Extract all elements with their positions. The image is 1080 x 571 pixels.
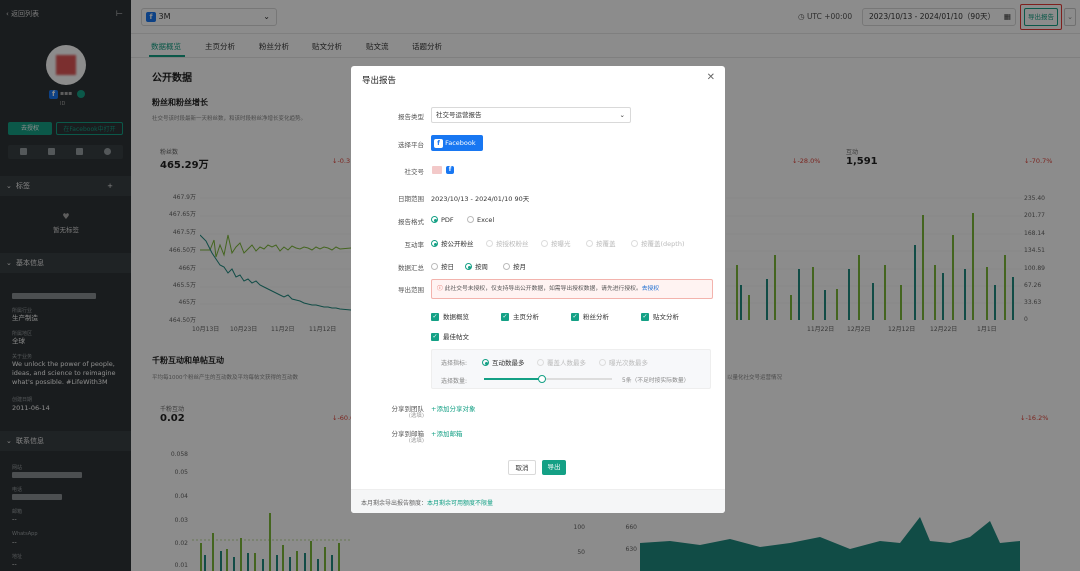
checkbox-checked-icon: ✓ [501,312,509,321]
format-pdf[interactable]: PDF [431,215,454,224]
facebook-icon: f [446,166,454,174]
rate-reach[interactable]: 按覆盖 [586,238,616,248]
radio-icon [467,216,474,223]
check-overview[interactable]: ✓ 数据概览 [431,311,469,321]
summary-weekly[interactable]: 按周 [465,261,488,271]
scope-label: 导出范围 [398,286,424,294]
date-label: 日期范围 [398,195,424,203]
quota-link[interactable]: 本月剩余可用额度不限量 [427,500,493,507]
count-slider-handle[interactable] [538,375,546,383]
rate-label: 互动率 [404,241,425,249]
metric-most-impressions[interactable]: 曝光次数最多 [599,357,648,367]
avatar [432,166,442,174]
radio-icon [541,240,548,247]
chevron-down-icon: ⌄ [619,111,625,119]
export-button[interactable]: 导出 [542,460,566,475]
metric-most-interactions[interactable]: 互动数最多 [482,357,525,367]
add-email-link[interactable]: +添加邮箱 [431,428,462,438]
report-type-select[interactable]: 社交号运营报告 ⌄ [431,107,631,123]
checkbox-checked-icon: ✓ [431,332,439,341]
check-best-posts[interactable]: ✓ 最佳帖文 [431,331,469,341]
radio-icon [599,359,606,366]
rate-reach-depth[interactable]: 按覆盖(depth) [631,238,685,248]
radio-selected-icon [465,263,472,270]
rate-authorized[interactable]: 按授权粉丝 [486,238,529,248]
count-value: 5条（不足时按实际数量） [622,378,690,384]
dialog-title: 导出报告 [362,76,397,86]
platform-label: 选择平台 [398,141,424,149]
dialog-footer: 本月剩余导出报告额度：本月剩余可用额度不限量 [351,489,725,513]
platform-facebook-button[interactable]: f Facebook [431,135,483,151]
summary-monthly[interactable]: 按月 [503,261,526,271]
summary-label: 数据汇总 [398,264,424,272]
warning-icon: ⓘ [437,286,445,292]
rate-impressions[interactable]: 按曝光 [541,238,571,248]
radio-icon [586,240,593,247]
checkbox-checked-icon: ✓ [571,312,579,321]
format-label: 报告格式 [398,218,424,226]
count-slider-fill [484,378,542,380]
quota-text: 本月剩余导出报告额度：本月剩余可用额度不限量 [361,500,494,507]
checkbox-checked-icon: ✓ [431,312,439,321]
metric-label: 选择指标: [441,360,468,367]
facebook-icon: f [434,138,443,148]
summary-daily[interactable]: 按日 [431,261,454,271]
best-posts-options: 选择指标: 互动数最多 覆盖人数最多 曝光次数最多 选择数量: 5条（不足时按实… [431,349,711,389]
warning-banner: ⓘ 此社交号未授权，仅支持导出公开数据，如需导出授权数据，请先进行授权。去授权 [431,279,713,299]
radio-selected-icon [431,240,438,247]
radio-icon [486,240,493,247]
radio-selected-icon [482,359,489,366]
cancel-button[interactable]: 取消 [508,460,536,475]
add-share-target-link[interactable]: +添加分享对象 [431,403,475,413]
date-value: 2023/10/13 - 2024/01/10 90天 [431,195,530,203]
check-homepage[interactable]: ✓ 主页分析 [501,311,539,321]
team-optional: (选填) [408,413,424,419]
authorize-link[interactable]: 去授权 [642,286,659,292]
report-type-label: 报告类型 [398,113,424,121]
radio-selected-icon [431,216,438,223]
close-icon[interactable]: ✕ [707,72,715,83]
format-excel[interactable]: Excel [467,215,494,224]
rate-public[interactable]: 按公开粉丝 [431,238,474,248]
metric-most-reach[interactable]: 覆盖人数最多 [537,357,586,367]
radio-icon [503,263,510,270]
export-report-dialog: 导出报告 ✕ 报告类型 社交号运营报告 ⌄ 选择平台 f Facebook 社交号… [351,66,725,513]
account-label: 社交号 [404,168,425,176]
checkbox-checked-icon: ✓ [641,312,649,321]
count-label: 选择数量: [441,378,468,385]
check-posts[interactable]: ✓ 贴文分析 [641,311,679,321]
mail-optional: (选填) [408,438,424,444]
radio-icon [537,359,544,366]
check-fans[interactable]: ✓ 粉丝分析 [571,311,609,321]
radio-icon [431,263,438,270]
radio-icon [631,240,638,247]
